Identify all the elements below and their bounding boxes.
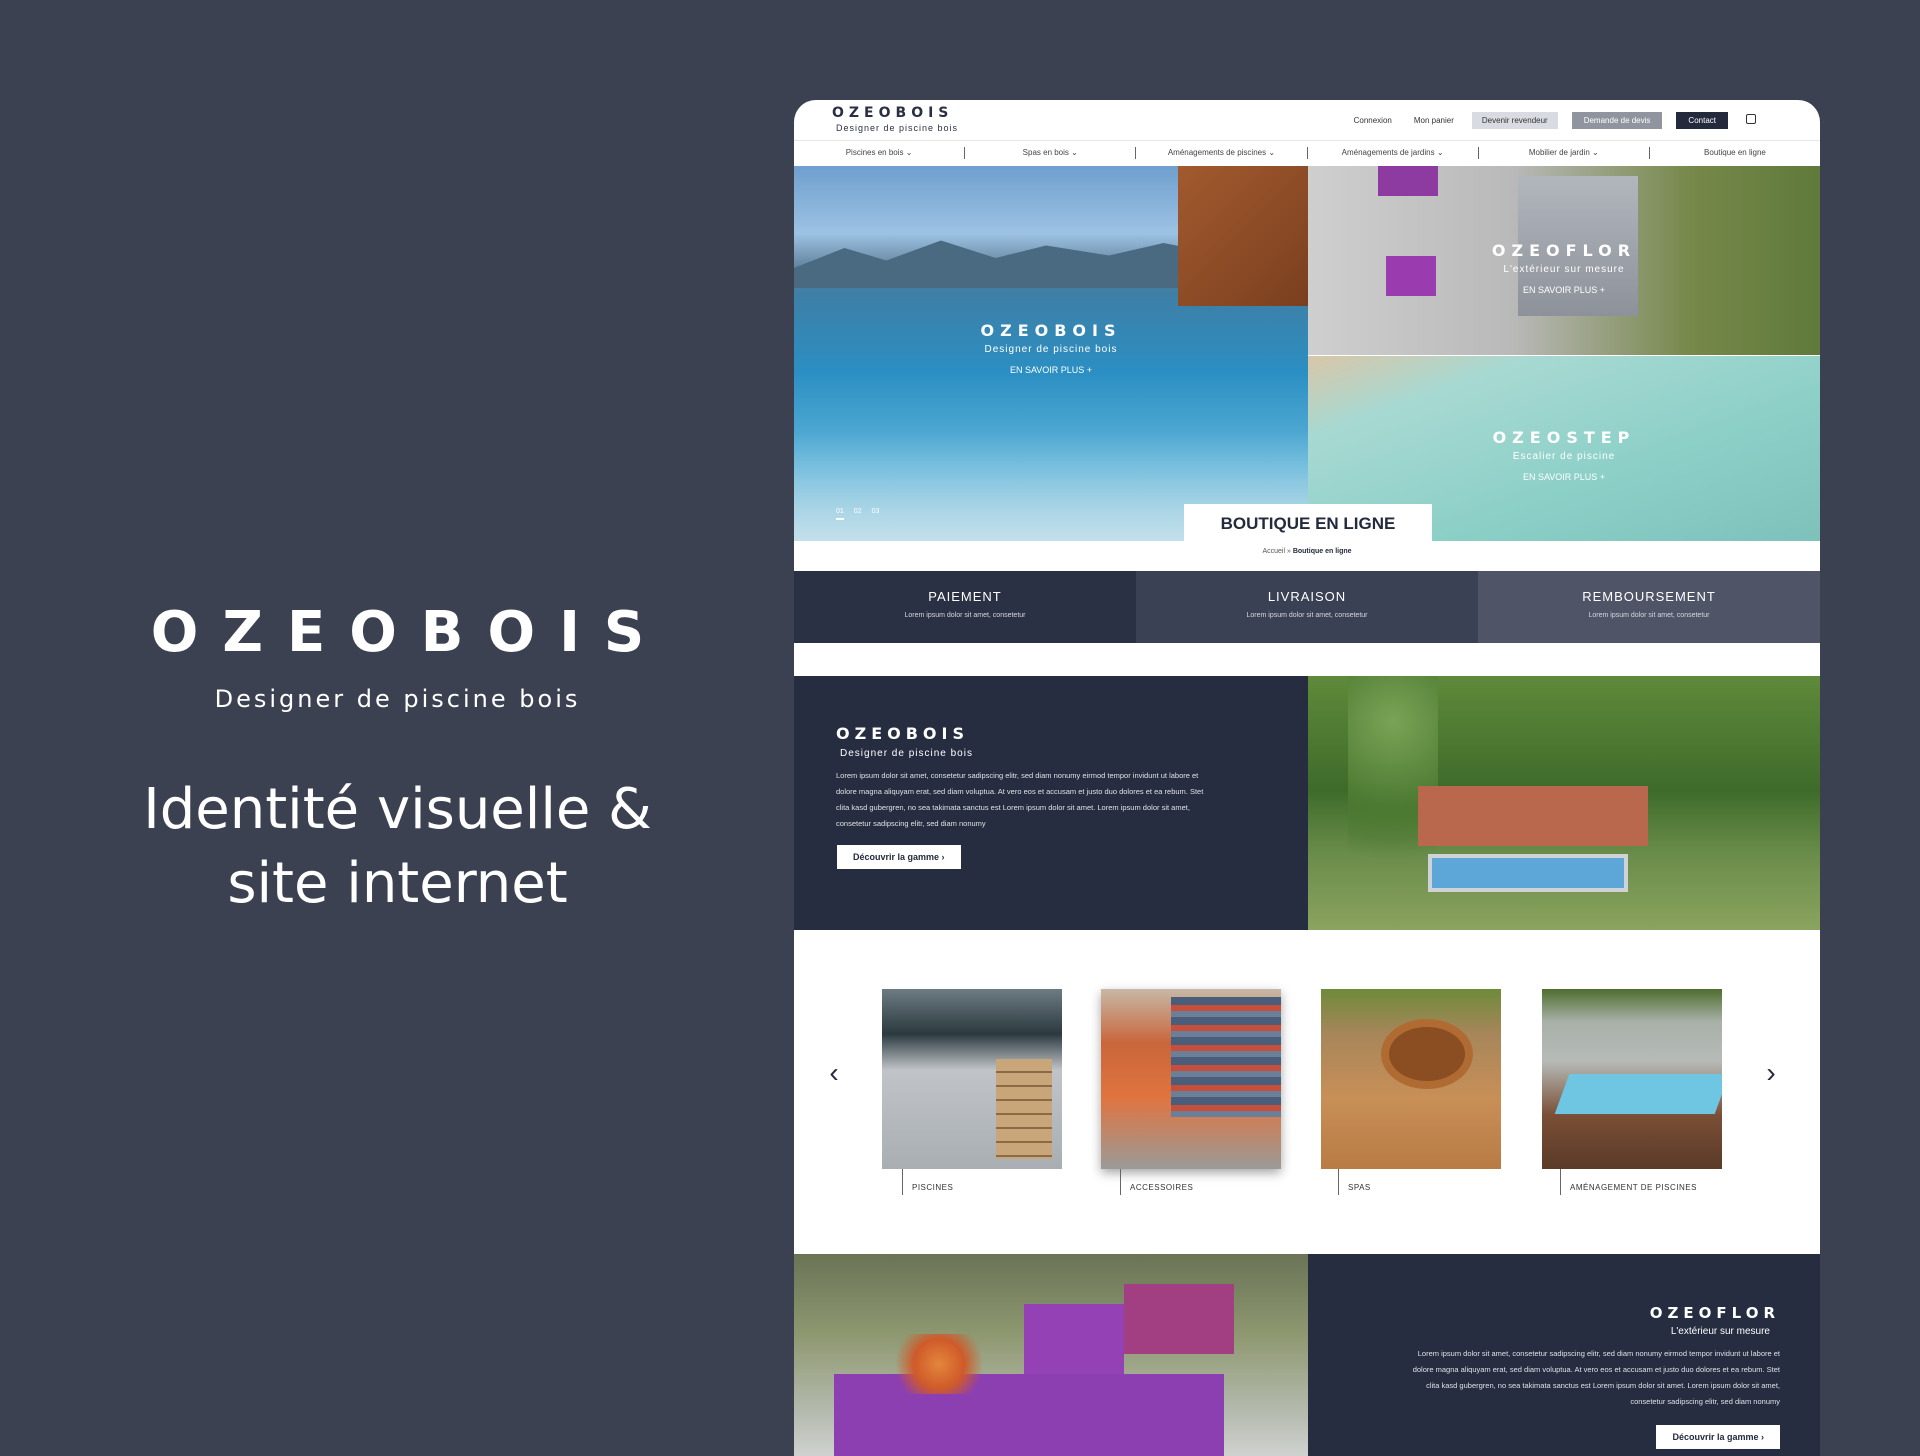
category-label[interactable]: PISCINES <box>912 1183 953 1192</box>
breadcrumb-home[interactable]: Accueil » <box>1262 548 1290 555</box>
planter-shape <box>1124 1284 1234 1354</box>
about-garden-image <box>1308 676 1820 930</box>
planter-shape <box>1378 166 1438 196</box>
login-link[interactable]: Connexion <box>1350 113 1396 128</box>
steps-shape <box>996 1059 1052 1159</box>
pool-shape <box>1554 1074 1722 1114</box>
card-line <box>902 1169 903 1195</box>
category-label[interactable]: SPAS <box>1348 1183 1371 1192</box>
slide-dot[interactable]: 02 <box>854 508 862 520</box>
feature-text: Lorem ipsum dolor sit amet, consetetur <box>904 612 1026 619</box>
reseller-button[interactable]: Devenir revendeur <box>1471 112 1558 129</box>
main-nav: Piscines en bois ⌄ Spas en bois ⌄ Aménag… <box>794 140 1820 164</box>
mountains-shape <box>794 240 1214 288</box>
feature-livraison: LIVRAISON Lorem ipsum dolor sit amet, co… <box>1136 571 1478 643</box>
feature-title: REMBOURSEMENT <box>1582 589 1716 604</box>
house-shape <box>1178 166 1308 306</box>
brand-panel: OZEOBOIS Designer de piscine bois Identi… <box>0 600 795 921</box>
feature-title: PAIEMENT <box>928 589 1002 604</box>
cushion-stack-shape <box>1171 997 1281 1117</box>
brand-title-line1: Identité visuelle & <box>143 777 652 842</box>
hero-ozeoflor-more-link[interactable]: EN SAVOIR PLUS + <box>1454 285 1674 295</box>
ozeoflor-title: OZEOFLOR <box>1649 1304 1780 1322</box>
carousel-prev-icon[interactable]: ‹ <box>824 1058 844 1088</box>
hero-ozeostep-overlay: OZEOSTEP Escalier de piscine EN SAVOIR P… <box>1454 428 1674 482</box>
about-section: OZEOBOIS Designer de piscine bois Lorem … <box>794 676 1308 930</box>
nav-item-mobilier[interactable]: Mobilier de jardin ⌄ <box>1479 148 1649 157</box>
hot-tub-shape <box>1381 1019 1473 1089</box>
nav-item-boutique[interactable]: Boutique en ligne <box>1650 148 1820 157</box>
cart-link[interactable]: Mon panier <box>1410 113 1458 128</box>
about-subtitle: Designer de piscine bois <box>840 748 973 759</box>
about-title: OZEOBOIS <box>836 724 970 743</box>
category-label[interactable]: AMÉNAGEMENT DE PISCINES <box>1570 1183 1697 1192</box>
category-card-amenagement[interactable] <box>1542 989 1722 1169</box>
category-card-spas[interactable] <box>1321 989 1501 1169</box>
carousel-next-icon[interactable]: › <box>1761 1058 1781 1088</box>
ozeoflor-planters-image <box>794 1254 1308 1456</box>
card-line <box>1560 1169 1561 1195</box>
ozeoflor-subtitle: L'extérieur sur mesure <box>1670 1326 1770 1337</box>
site-tagline: Designer de piscine bois <box>836 123 959 133</box>
site-logo[interactable]: OZEOBOIS Designer de piscine bois <box>832 105 958 133</box>
brand-tagline: Designer de piscine bois <box>214 685 581 713</box>
top-links: Connexion Mon panier Devenir revendeur D… <box>1350 112 1728 129</box>
brand-title-line2: site internet <box>227 851 568 916</box>
nav-item-amenagements-jardins[interactable]: Aménagements de jardins ⌄ <box>1308 148 1478 157</box>
hero-ozeoflor-image[interactable]: OZEOFLOR L'extérieur sur mesure EN SAVOI… <box>1308 166 1820 355</box>
feature-text: Lorem ipsum dolor sit amet, consetetur <box>1588 612 1710 619</box>
feature-text: Lorem ipsum dolor sit amet, consetetur <box>1246 612 1368 619</box>
flowers-shape <box>884 1334 994 1394</box>
card-line <box>1338 1169 1339 1195</box>
feature-remboursement: REMBOURSEMENT Lorem ipsum dolor sit amet… <box>1478 571 1820 643</box>
hero-ozeostep-more-link[interactable]: EN SAVOIR PLUS + <box>1454 472 1674 482</box>
ozeoflor-section: OZEOFLOR L'extérieur sur mesure Lorem ip… <box>1308 1254 1820 1456</box>
category-card-piscines[interactable] <box>882 989 1062 1169</box>
wall-shape <box>1418 786 1648 846</box>
hero-main-more-link[interactable]: EN SAVOIR PLUS + <box>941 365 1161 375</box>
slide-indicators: 01 02 03 <box>836 508 879 520</box>
category-label[interactable]: ACCESSOIRES <box>1130 1183 1193 1192</box>
hero-main-image: OZEOBOIS Designer de piscine bois EN SAV… <box>794 166 1308 541</box>
cart-icon[interactable] <box>1746 114 1756 124</box>
pool-shape <box>1428 854 1628 892</box>
hero-main-subtitle: Designer de piscine bois <box>984 344 1118 355</box>
slide-dot[interactable]: 03 <box>872 508 880 520</box>
about-text: Lorem ipsum dolor sit amet, consetetur s… <box>836 771 1204 828</box>
card-line <box>1120 1169 1121 1195</box>
hero-ozeoflor-overlay: OZEOFLOR L'extérieur sur mesure EN SAVOI… <box>1454 241 1674 295</box>
brand-title: Identité visuelle & site internet <box>0 773 795 921</box>
hero-ozeoflor-subtitle: L'extérieur sur mesure <box>1503 264 1625 275</box>
hero-ozeoflor-title: OZEOFLOR <box>1491 241 1637 260</box>
slide-dot[interactable]: 01 <box>836 508 844 520</box>
hero-ozeostep-title: OZEOSTEP <box>1492 428 1636 447</box>
category-card-accessoires[interactable] <box>1101 989 1281 1169</box>
breadcrumb: Accueil » Boutique en ligne <box>794 548 1820 555</box>
hero-main-overlay: OZEOBOIS Designer de piscine bois EN SAV… <box>941 321 1161 375</box>
feature-title: LIVRAISON <box>1267 589 1347 604</box>
page-title: BOUTIQUE EN LIGNE <box>1184 504 1432 544</box>
planter-shape <box>1386 256 1436 296</box>
quote-button[interactable]: Demande de devis <box>1571 112 1663 129</box>
site-header: OZEOBOIS Designer de piscine bois Connex… <box>794 100 1820 140</box>
nav-item-spas[interactable]: Spas en bois ⌄ <box>965 148 1135 157</box>
planter-shape <box>1024 1304 1124 1384</box>
hero-ozeostep-subtitle: Escalier de piscine <box>1512 451 1616 462</box>
nav-item-piscines[interactable]: Piscines en bois ⌄ <box>794 148 964 157</box>
site-logo-text: OZEOBOIS <box>832 105 954 121</box>
brand-logo: OZEOBOIS <box>150 600 669 665</box>
hero-main-title: OZEOBOIS <box>980 321 1122 340</box>
feature-paiement: PAIEMENT Lorem ipsum dolor sit amet, con… <box>794 571 1136 643</box>
breadcrumb-current: Boutique en ligne <box>1292 548 1352 555</box>
discover-range-button[interactable]: Découvrir la gamme › <box>837 845 961 869</box>
contact-button[interactable]: Contact <box>1676 112 1728 129</box>
ozeoflor-text: Lorem ipsum dolor sit amet, consetetur s… <box>1412 1349 1780 1406</box>
website-mockup: OZEOBOIS Designer de piscine bois Connex… <box>794 100 1820 1456</box>
nav-item-amenagements-piscines[interactable]: Aménagements de piscines ⌄ <box>1136 148 1306 157</box>
ozeoflor-discover-button[interactable]: Découvrir la gamme › <box>1656 1425 1780 1449</box>
